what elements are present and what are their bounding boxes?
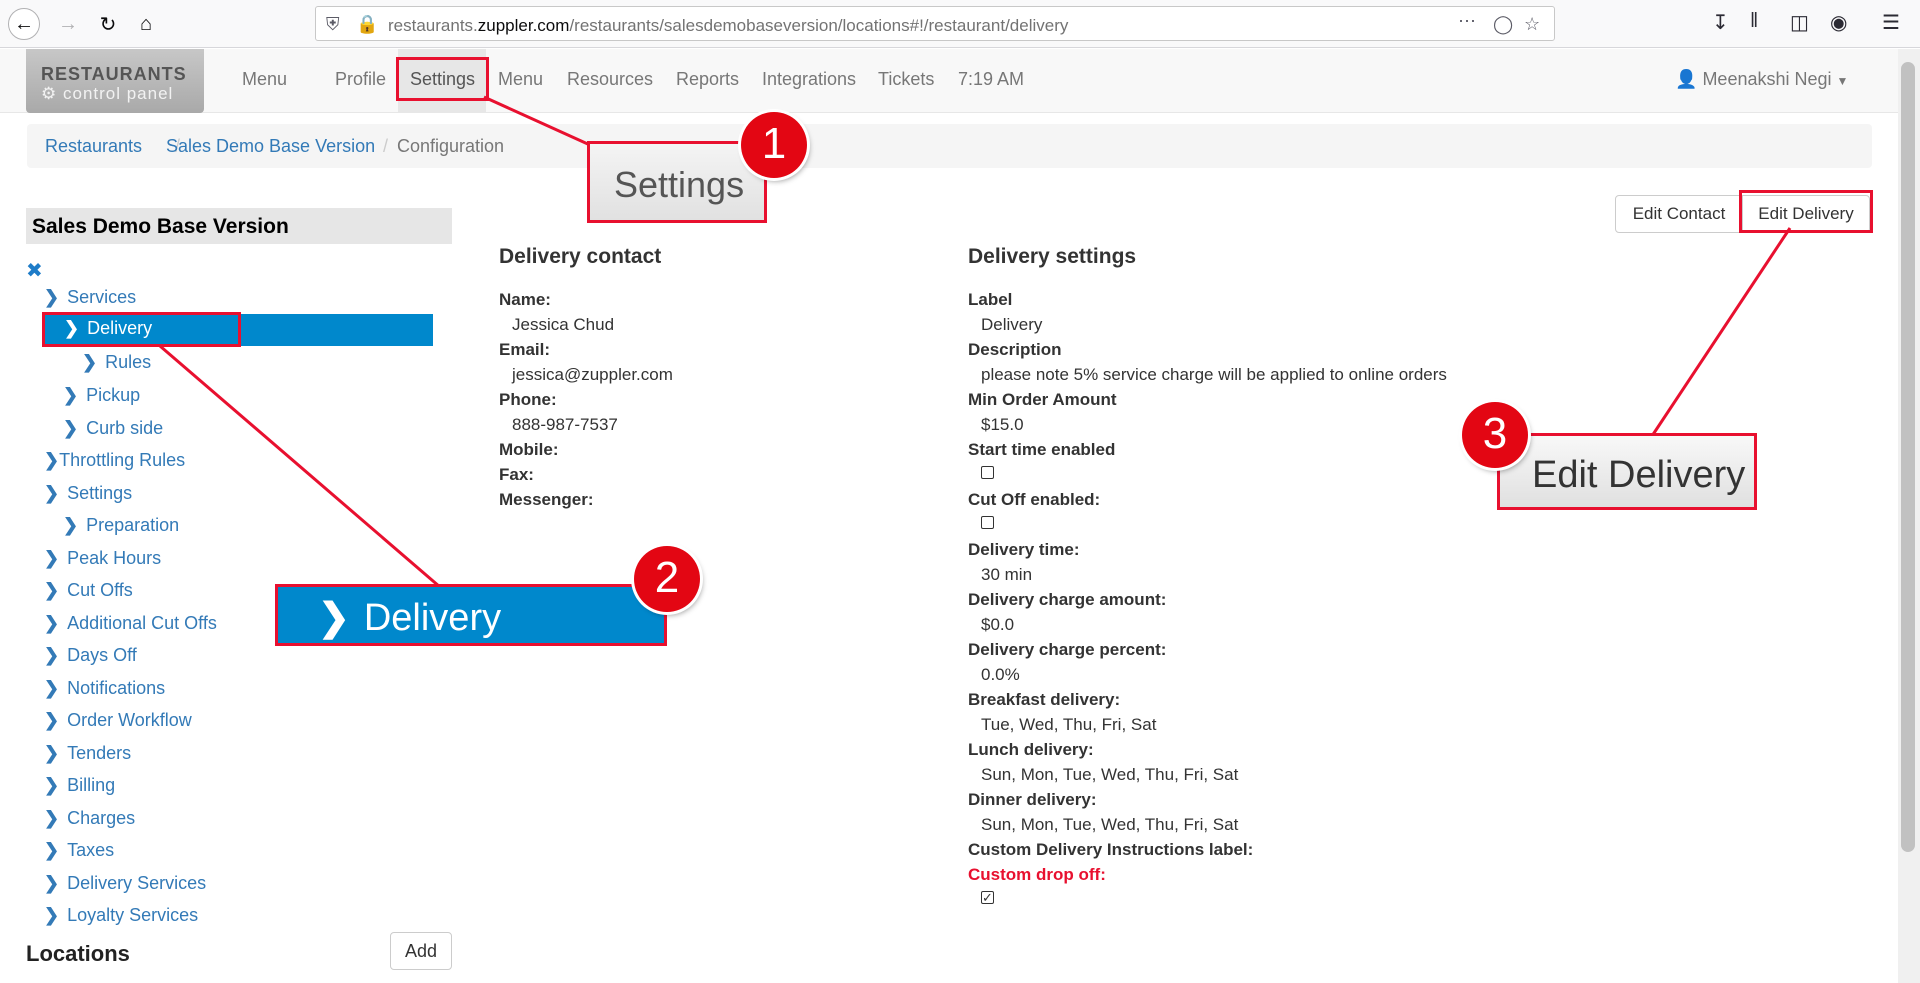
highlight-settings-nav <box>396 57 489 101</box>
connector-line-2 <box>159 344 441 589</box>
scrollbar-thumb[interactable] <box>1901 62 1915 852</box>
step-badge-2: 2 <box>634 546 700 612</box>
callout-delivery: ❯ Delivery <box>275 584 667 646</box>
step-badge-1: 1 <box>741 112 807 178</box>
highlight-delivery-item <box>42 312 241 347</box>
callout-settings: Settings <box>587 141 767 223</box>
chevron-right-icon: ❯ <box>318 597 350 639</box>
connector-line-3 <box>1650 227 1792 437</box>
step-badge-3: 3 <box>1462 402 1528 468</box>
highlight-edit-delivery <box>1739 190 1873 233</box>
callout-delivery-text: Delivery <box>363 597 502 639</box>
callout-edit-delivery: Edit Delivery <box>1497 433 1757 510</box>
connector-line-1 <box>483 95 591 147</box>
